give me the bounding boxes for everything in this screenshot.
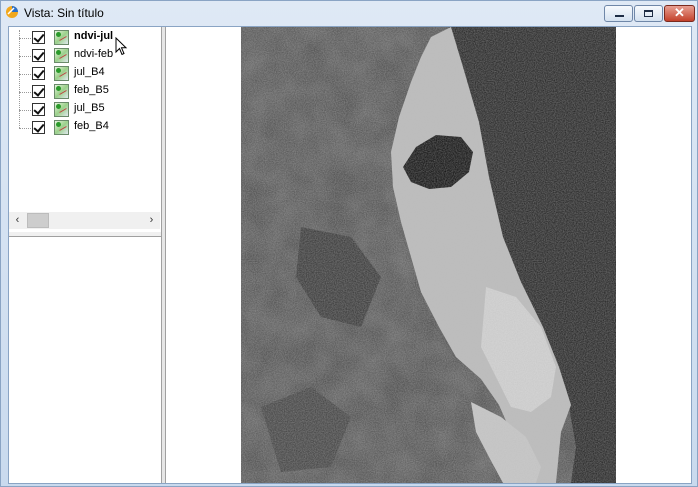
close-icon: ✕ <box>674 5 685 20</box>
layer-item-feb-b5[interactable]: feb_B5 <box>9 83 159 101</box>
raster-layer-icon <box>54 66 69 81</box>
view-client-area: ndvi-jul ndvi-feb jul_B4 feb_B5 jul_B5 f… <box>8 26 692 484</box>
layer-item-jul-b4[interactable]: jul_B4 <box>9 65 159 83</box>
satellite-raster-image <box>241 27 616 483</box>
layer-item-ndvi-feb[interactable]: ndvi-feb <box>9 47 159 65</box>
maximize-icon <box>644 10 653 17</box>
table-of-contents: ndvi-jul ndvi-feb jul_B4 feb_B5 jul_B5 f… <box>9 27 162 483</box>
layer-visibility-checkbox[interactable] <box>32 67 45 80</box>
application-window: Vista: Sin título ✕ ndvi-jul ndvi-feb ju… <box>0 0 698 487</box>
tree-branch <box>19 110 31 111</box>
close-button[interactable]: ✕ <box>664 5 695 22</box>
layer-label[interactable]: jul_B5 <box>74 102 105 114</box>
raster-layer-icon <box>54 102 69 117</box>
layer-item-ndvi-jul[interactable]: ndvi-jul <box>9 29 159 47</box>
layer-item-feb-b4[interactable]: feb_B4 <box>9 119 159 137</box>
tree-branch <box>19 56 31 57</box>
maximize-button[interactable] <box>634 5 663 22</box>
minimize-button[interactable] <box>604 5 633 22</box>
mouse-pointer-icon <box>115 37 128 56</box>
map-canvas[interactable] <box>166 27 691 483</box>
layer-visibility-checkbox[interactable] <box>32 31 45 44</box>
layer-visibility-checkbox[interactable] <box>32 103 45 116</box>
layer-label[interactable]: feb_B4 <box>74 120 109 132</box>
window-title: Vista: Sin título <box>24 6 104 20</box>
scroll-left-icon[interactable]: ‹ <box>9 212 26 229</box>
raster-layer-icon <box>54 30 69 45</box>
scroll-right-icon[interactable]: › <box>143 212 160 229</box>
raster-layer-icon <box>54 48 69 63</box>
raster-layer-icon <box>54 120 69 135</box>
layer-visibility-checkbox[interactable] <box>32 121 45 134</box>
app-icon <box>6 6 18 18</box>
title-bar[interactable]: Vista: Sin título ✕ <box>1 1 697 25</box>
scrollbar-thumb[interactable] <box>27 213 49 228</box>
minimize-icon <box>615 15 624 17</box>
tree-branch <box>19 38 31 39</box>
layer-visibility-checkbox[interactable] <box>32 85 45 98</box>
layer-label[interactable]: jul_B4 <box>74 66 105 78</box>
layer-item-jul-b5[interactable]: jul_B5 <box>9 101 159 119</box>
layer-label[interactable]: ndvi-feb <box>74 48 113 60</box>
layer-tree-panel: ndvi-jul ndvi-feb jul_B4 feb_B5 jul_B5 f… <box>9 27 161 233</box>
tree-branch <box>19 92 31 93</box>
layer-label[interactable]: feb_B5 <box>74 84 109 96</box>
toc-splitter[interactable] <box>9 232 161 237</box>
tree-branch <box>19 128 31 129</box>
horizontal-scrollbar[interactable]: ‹ › <box>9 212 160 229</box>
layer-visibility-checkbox[interactable] <box>32 49 45 62</box>
tree-branch <box>19 74 31 75</box>
raster-layer-icon <box>54 84 69 99</box>
layer-label[interactable]: ndvi-jul <box>74 30 113 42</box>
